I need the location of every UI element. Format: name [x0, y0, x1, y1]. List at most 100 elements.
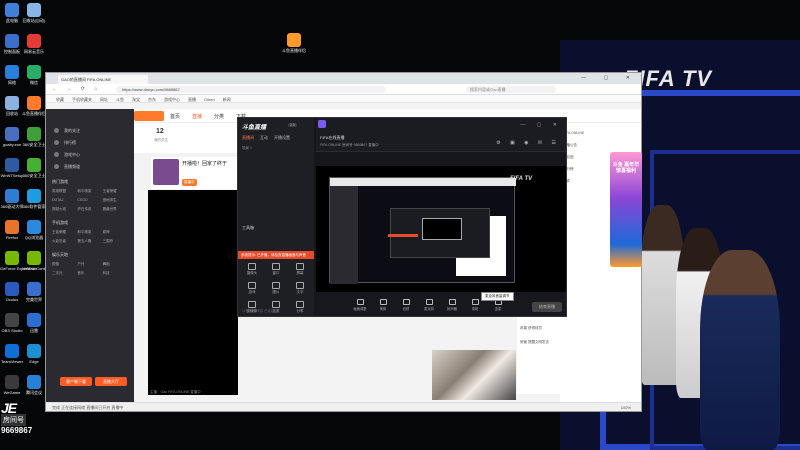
promo-banner[interactable]: 斗鱼 嘉年华 惊喜福利	[610, 152, 642, 267]
tool-tab[interactable]: 互动	[260, 135, 268, 140]
live-card[interactable]: 开播啦！回家了终于 直播中	[151, 157, 239, 189]
follow-summary[interactable]: 12 我的关注	[134, 123, 239, 153]
category-item[interactable]: 颜值	[52, 262, 77, 267]
source-tile[interactable]: 窗口	[264, 263, 288, 276]
category-item[interactable]: CSGO	[77, 198, 102, 203]
desktop-icon[interactable]: QQ浏览器	[22, 220, 46, 240]
sidebar-nav-item[interactable]: 排行榜	[46, 137, 134, 149]
header-link[interactable]: 直播	[192, 113, 202, 120]
desktop-shortcut[interactable]: 斗鱼直播伴侣	[282, 33, 306, 53]
desktop-icon[interactable]: 完美世界	[22, 282, 46, 302]
live-hall-button[interactable]: 直播大厅	[95, 377, 127, 386]
category-item[interactable]: 炉石传说	[77, 207, 102, 212]
control-item[interactable]: 麦克风	[421, 299, 437, 311]
tool-icons[interactable]: ⚙ ▣ ◉ ✉ ☰	[496, 140, 560, 146]
desktop-icon[interactable]: 迅雷	[22, 313, 46, 333]
zoom-level[interactable]: 100%	[621, 405, 631, 410]
category-item[interactable]: 英雄联盟	[52, 189, 77, 194]
bookmark-item[interactable]: Gihen	[204, 97, 215, 102]
category-item[interactable]: 和平精英	[77, 230, 102, 235]
desktop-icon[interactable]: 回收站(自动)	[22, 3, 46, 23]
control-item[interactable]: 美颜	[375, 299, 391, 311]
bookmark-item[interactable]: 直播	[188, 97, 196, 102]
desktop-icon[interactable]: 360安全卫士	[22, 127, 46, 147]
category-item[interactable]: 户外	[77, 262, 102, 267]
source-tile[interactable]: 游戏	[240, 282, 264, 295]
sidebar-nav-item[interactable]: 我的关注	[46, 125, 134, 137]
sidebar-nav-item[interactable]: 游戏中心	[46, 149, 134, 161]
source-tile[interactable]: 摄像头	[240, 263, 264, 276]
control-item[interactable]: 滤镜	[398, 299, 414, 311]
category-item[interactable]: 王者荣耀	[52, 230, 77, 235]
alert-bar[interactable]: 系统提示: 已开播，请检查直播画面与声音	[238, 251, 314, 259]
desktop-icon[interactable]: OBS Studio	[0, 313, 24, 333]
desktop-icon[interactable]: 回收站	[0, 96, 24, 116]
desktop-icon[interactable]: 腾讯会议	[22, 375, 46, 395]
category-item[interactable]: 第五人格	[77, 239, 102, 244]
app-icon	[27, 127, 41, 141]
window-controls[interactable]: — ▢ ✕	[581, 75, 638, 81]
desktop-icon[interactable]: 360安全卫士	[22, 158, 46, 178]
category-item[interactable]: 音乐	[77, 271, 102, 276]
client-download-button[interactable]: 客户端下载	[60, 377, 92, 386]
category-item[interactable]: 二次元	[52, 271, 77, 276]
desktop-icon[interactable]: 控制面板	[0, 34, 24, 54]
source-tile[interactable]: 文字	[288, 282, 312, 295]
desktop-icon[interactable]: Firefox	[0, 220, 24, 240]
desktop-icon[interactable]: 斗鱼直播伴侣	[22, 96, 46, 116]
desktop-icon[interactable]: WinNTSetup	[0, 158, 24, 178]
bookmark-item[interactable]: 新闻	[223, 97, 231, 102]
control-item[interactable]: 画面调整	[352, 299, 368, 311]
category-item[interactable]: 魔兽世界	[103, 207, 128, 212]
category-item[interactable]: 和平精英	[77, 189, 102, 194]
bookmark-item[interactable]: 手机收藏夹	[72, 97, 92, 102]
source-tile[interactable]: 分享	[288, 301, 312, 314]
desktop-icon[interactable]: 微信	[22, 65, 46, 85]
scene-label[interactable]: 场景 1	[242, 146, 252, 151]
browser-tab[interactable]: GAO的直播间 FIFA ONLINE	[58, 75, 148, 84]
category-item[interactable]: 绝地求生	[103, 198, 128, 203]
desktop-icon[interactable]: 360驱动大师	[0, 189, 24, 209]
sidebar-nav-item[interactable]: 直播频道	[46, 161, 134, 173]
player-area[interactable]	[148, 190, 238, 395]
desktop-icon[interactable]: NVIDIA Control	[22, 251, 49, 271]
source-tile[interactable]: 屏幕	[288, 263, 312, 276]
control-item[interactable]: 扬声器	[444, 299, 460, 311]
tool-tab[interactable]: 开播设置	[274, 135, 290, 140]
source-tile[interactable]: 图片	[264, 282, 288, 295]
bookmark-item[interactable]: 网址	[100, 97, 108, 102]
category-item[interactable]: 原神	[103, 230, 128, 235]
url-input[interactable]: https://www.douyu.com/9669867	[116, 86, 386, 93]
desktop-icon[interactable]: Edge	[22, 344, 46, 364]
search-input[interactable]: 搜索内容或Gao直播	[466, 86, 556, 93]
category-item[interactable]: DOTA2	[52, 198, 77, 203]
header-link[interactable]: 分类	[214, 113, 224, 120]
desktop-icon[interactable]: goaby.exe	[0, 127, 24, 147]
bookmark-item[interactable]: 淘宝	[132, 97, 140, 102]
category-item[interactable]: 火影忍者	[52, 239, 77, 244]
tool-tab[interactable]: 直播间	[242, 135, 254, 140]
desktop-icon[interactable]: 360软件管家	[22, 189, 46, 209]
douyu-logo[interactable]	[134, 111, 164, 121]
bookmark-item[interactable]: 游戏中心	[164, 97, 180, 102]
category-item[interactable]: 科技	[103, 271, 128, 276]
header-link[interactable]: 首页	[170, 113, 180, 120]
nav-buttons[interactable]: ← → ⟳ ⌂	[52, 86, 101, 92]
category-item[interactable]: 王者荣耀	[103, 189, 128, 194]
bookmark-item[interactable]: 斗鱼	[116, 97, 124, 102]
avatar[interactable]	[318, 120, 326, 128]
desktop-icon[interactable]: 此电脑	[0, 3, 24, 23]
window-controls[interactable]: — ▢ ✕	[520, 122, 562, 128]
desktop-icon[interactable]: 网络	[0, 65, 24, 85]
end-live-button[interactable]: 结束直播	[532, 302, 562, 312]
category-item[interactable]: 三国杀	[103, 239, 128, 244]
desktop-icon[interactable]: Oculus	[0, 282, 24, 302]
category-item[interactable]: 穿越火线	[52, 207, 77, 212]
category-item[interactable]: 舞蹈	[103, 262, 128, 267]
desktop-icon[interactable]: TeamViewer	[0, 344, 24, 364]
desktop-icon[interactable]: 网易云音乐	[22, 34, 46, 54]
bookmark-item[interactable]: 京东	[148, 97, 156, 102]
bookmark-item[interactable]: 收藏	[56, 97, 64, 102]
desktop-icon[interactable]: GeForce Experience	[0, 251, 37, 271]
desktop-icon[interactable]: WeGame	[0, 375, 24, 395]
